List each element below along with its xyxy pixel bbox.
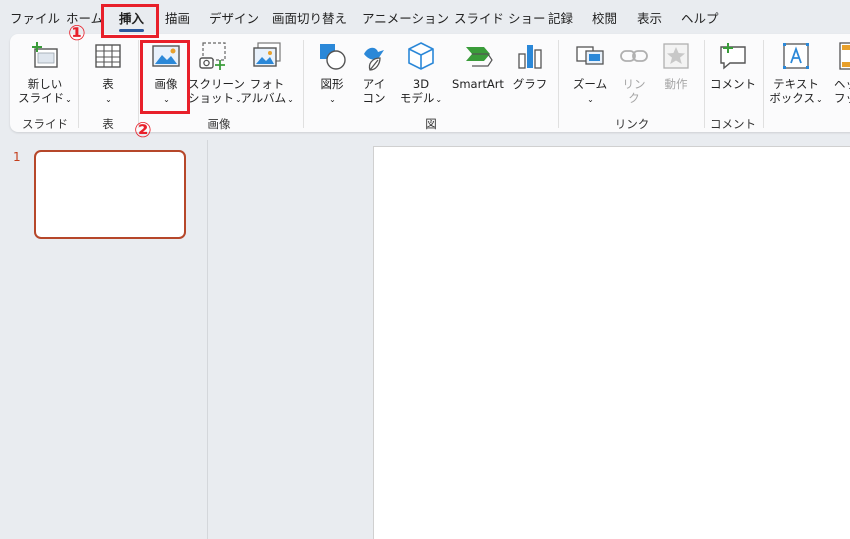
3d-model-icon xyxy=(408,42,434,70)
chevron-down-icon: ⌄ xyxy=(329,95,336,104)
chart-button[interactable]: グラフ xyxy=(510,38,550,114)
chevron-down-icon: ⌄ xyxy=(287,95,294,104)
action-icon xyxy=(663,43,689,69)
highlight-picture-button xyxy=(140,40,190,114)
group-label-tables: 表 xyxy=(102,117,114,131)
action-button[interactable]: 動作 xyxy=(656,38,696,114)
chevron-down-icon: ⌄ xyxy=(105,95,112,104)
chart-icon xyxy=(518,45,542,69)
table-button[interactable]: 表 ⌄ xyxy=(86,38,130,114)
chevron-down-icon: ⌄ xyxy=(815,95,823,104)
group-label-links: リンク xyxy=(614,117,650,131)
comment-icon xyxy=(720,43,746,70)
slide-canvas[interactable] xyxy=(373,146,850,539)
divider xyxy=(763,40,764,128)
screenshot-button[interactable]: スクリーン ショット⌄ xyxy=(188,38,245,114)
divider xyxy=(558,40,559,128)
pane-divider xyxy=(207,140,208,539)
group-label-comments: コメント xyxy=(710,117,756,131)
textbox-icon xyxy=(783,43,809,69)
tab-transitions[interactable]: 画面切り替え xyxy=(272,0,347,36)
link-icon xyxy=(620,50,648,62)
tab-animations[interactable]: アニメーション xyxy=(362,0,449,36)
slide-number: 1 xyxy=(13,150,21,164)
icons-icon xyxy=(364,47,384,71)
chevron-down-icon: ⌄ xyxy=(65,95,72,104)
tab-review[interactable]: 校閲 xyxy=(592,0,617,36)
new-slide-button[interactable]: 新しい スライド⌄ xyxy=(18,38,72,114)
divider xyxy=(78,40,79,128)
tab-design[interactable]: デザイン xyxy=(209,0,259,36)
divider xyxy=(704,40,705,128)
screenshot-icon xyxy=(199,42,226,70)
photo-album-icon xyxy=(253,42,281,67)
divider xyxy=(303,40,304,128)
zoom-icon xyxy=(576,46,604,65)
table-icon xyxy=(95,44,121,68)
step-2-marker: ② xyxy=(134,118,152,142)
comment-button[interactable]: コメント xyxy=(710,38,756,114)
smartart-icon xyxy=(466,47,493,67)
link-button[interactable]: リンク xyxy=(614,38,654,114)
group-label-images: 画像 xyxy=(207,117,231,131)
shapes-icon xyxy=(320,44,346,70)
group-label-illustrations: 図 xyxy=(425,117,437,131)
step-1-marker: ① xyxy=(68,21,86,45)
zoom-button[interactable]: ズーム ⌄ xyxy=(568,38,612,114)
photo-album-button[interactable]: フォト アルバム⌄ xyxy=(239,38,295,114)
tab-file[interactable]: ファイル xyxy=(10,0,60,36)
chevron-down-icon: ⌄ xyxy=(587,95,594,104)
3d-model-button[interactable]: 3D モデル⌄ xyxy=(396,38,446,114)
tab-record[interactable]: 記録 xyxy=(548,0,573,36)
tab-help[interactable]: ヘルプ xyxy=(681,0,719,36)
slide-thumbnail[interactable] xyxy=(34,150,186,239)
header-footer-icon xyxy=(839,42,850,70)
chevron-down-icon: ⌄ xyxy=(435,95,443,104)
group-label-slides: スライド xyxy=(22,117,68,131)
header-footer-button[interactable]: ヘッダフッ xyxy=(826,38,850,114)
textbox-button[interactable]: テキスト ボックス⌄ xyxy=(768,38,824,114)
tab-view[interactable]: 表示 xyxy=(637,0,662,36)
highlight-insert-tab xyxy=(101,4,159,38)
smartart-button[interactable]: SmartArt xyxy=(448,38,508,114)
icons-button[interactable]: アイ コン xyxy=(354,38,394,114)
tab-slideshow[interactable]: スライド ショー xyxy=(454,0,545,36)
new-slide-icon xyxy=(32,42,58,68)
divider xyxy=(138,40,139,128)
tab-draw[interactable]: 描画 xyxy=(165,0,190,36)
shapes-button[interactable]: 図形 ⌄ xyxy=(312,38,352,114)
